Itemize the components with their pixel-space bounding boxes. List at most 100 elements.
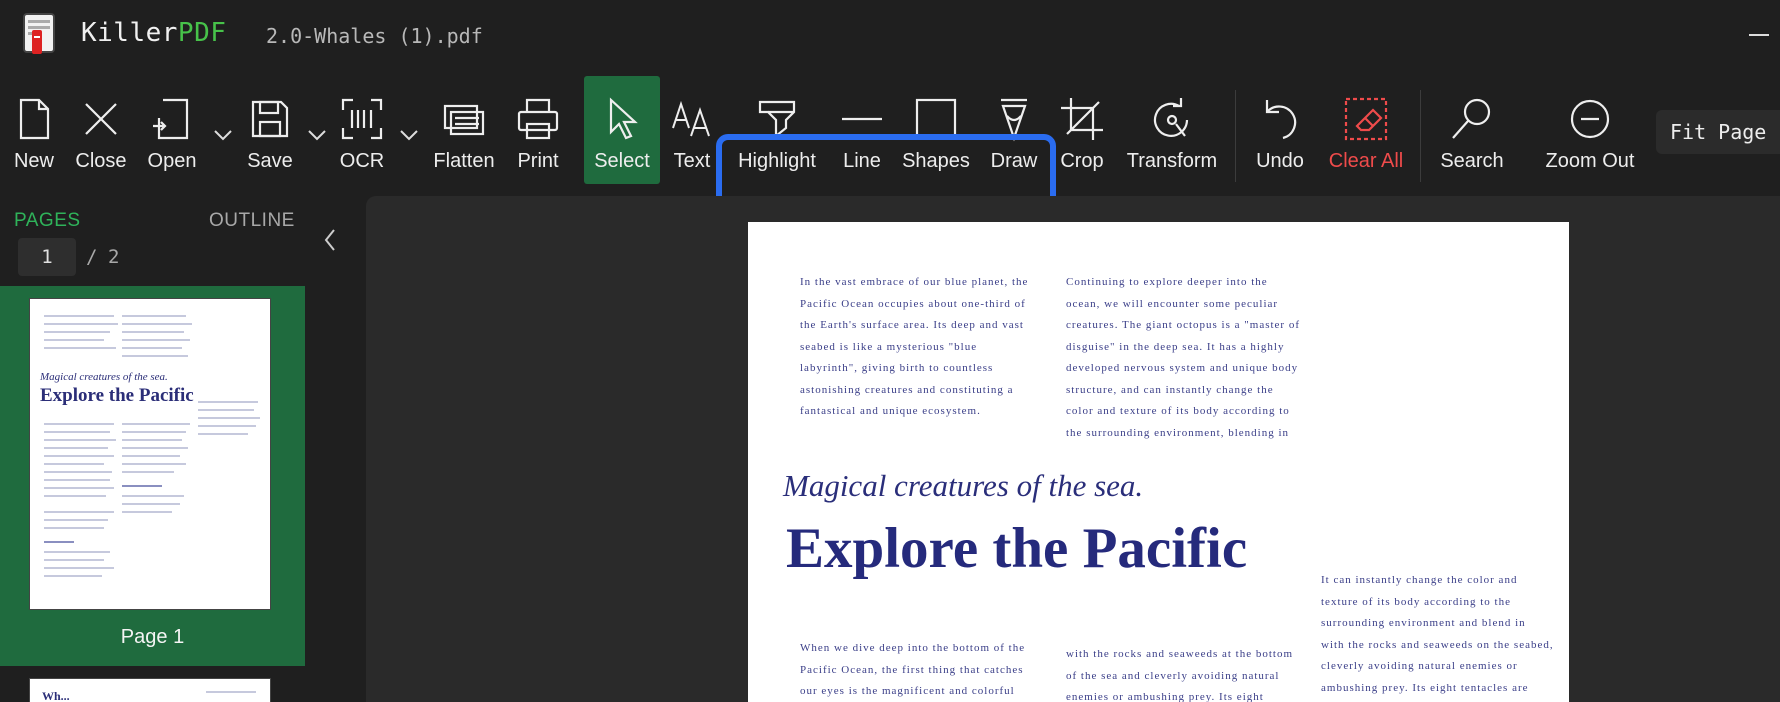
pdf-text-line: In the vast embrace of our blue planet, … (800, 276, 1029, 288)
close-label: Close (75, 150, 127, 172)
highlight-tool-button[interactable]: Highlight (734, 76, 820, 184)
new-file-icon (19, 98, 50, 140)
clear-all-label: Clear All (1328, 150, 1404, 172)
app-name-part1: Killer (81, 18, 178, 48)
text-label: Text (673, 150, 711, 172)
transform-tool-button[interactable]: Transform (1124, 76, 1220, 184)
search-icon (1452, 98, 1491, 139)
tab-outline[interactable]: OUTLINE (209, 210, 295, 232)
close-icon (85, 103, 117, 135)
print-label: Print (517, 150, 559, 172)
draw-tool-button[interactable]: Draw (988, 76, 1040, 184)
line-tool-button[interactable]: Line (838, 76, 886, 184)
thumbnail-page-preview: Magical creatures of the sea. Explore th… (29, 298, 271, 610)
open-label: Open (147, 150, 197, 172)
thumbnail-heading: Wh... (42, 689, 70, 702)
tab-pages[interactable]: PAGES (14, 210, 81, 232)
page-number-input[interactable] (18, 238, 76, 276)
new-button[interactable]: New (6, 76, 62, 184)
thumbnail-subtitle: Magical creatures of the sea. (40, 371, 168, 383)
ocr-label: OCR (339, 150, 385, 172)
pdf-text-line: ocean, we will encounter some peculiar (1066, 297, 1279, 310)
text-tool-button[interactable]: Text (670, 76, 714, 184)
pdf-column-2-bottom: with the rocks and seaweeds at the botto… (1066, 644, 1306, 702)
highlighter-icon (758, 100, 796, 139)
fit-page-button[interactable]: Fit Page (1656, 110, 1780, 154)
zoom-out-label: Zoom Out (1545, 150, 1635, 172)
printer-icon (517, 98, 559, 140)
print-button[interactable]: Print (510, 76, 566, 184)
page-separator: / (86, 246, 98, 268)
search-button[interactable]: Search (1440, 76, 1504, 184)
pdf-text-line: ambushing prey. Its eight tentacles are (1321, 681, 1529, 694)
page-total: 2 (108, 246, 120, 268)
pdf-text-line: of the sea and cleverly avoiding natural (1066, 669, 1280, 682)
thumbnail-page-preview: Wh... (29, 678, 271, 702)
pdf-column-1-bottom: When we dive deep into the bottom of the… (800, 638, 1040, 702)
toolbar-divider (1420, 90, 1421, 182)
pdf-text-line: the Earth's surface area. Its deep and v… (800, 319, 1024, 331)
pdf-text-line: seabed is like a mysterious "blue (800, 340, 978, 353)
collapse-sidebar-chevron-icon[interactable] (320, 226, 340, 254)
undo-button[interactable]: Undo (1252, 76, 1308, 184)
new-label: New (13, 150, 54, 172)
undo-label: Undo (1256, 150, 1304, 172)
flatten-button[interactable]: Flatten (430, 76, 498, 184)
pdf-text-line: enemies or ambushing prey. Its eight (1066, 691, 1264, 702)
page-thumbnail-2[interactable]: Wh... (0, 678, 305, 702)
crop-label: Crop (1060, 150, 1104, 172)
shapes-label: Shapes (902, 150, 970, 172)
pdf-text-line: color and texture of its body according … (1066, 405, 1290, 417)
line-label: Line (843, 150, 881, 172)
square-shape-icon (915, 98, 957, 140)
pdf-text-line: structure, and can instantly change the (1066, 383, 1274, 396)
save-button[interactable]: Save (240, 76, 300, 184)
thumbnail-heading: Explore the Pacific (40, 385, 194, 406)
pdf-text-line: disguise" in the deep sea. It has a high… (1066, 340, 1285, 353)
ocr-button[interactable]: OCR (336, 76, 388, 184)
pdf-heading: Explore the Pacific (786, 517, 1248, 580)
page-thumbnail-1[interactable]: Magical creatures of the sea. Explore th… (0, 286, 305, 666)
pdf-subtitle: Magical creatures of the sea. (783, 468, 1144, 503)
eraser-icon (1344, 97, 1388, 141)
document-title: 2.0-Whales (1).pdf (266, 24, 483, 48)
pdf-text-line: It can instantly change the color and (1321, 574, 1518, 586)
open-button[interactable]: Open (142, 76, 202, 184)
open-dropdown-chevron-icon[interactable] (212, 128, 234, 142)
ocr-scan-icon (341, 98, 383, 140)
pdf-page[interactable]: In the vast embrace of our blue planet, … (748, 222, 1569, 702)
title-bar: KillerPDF 2.0-Whales (1).pdf (0, 0, 1780, 72)
pdf-text-line: When we dive deep into the bottom of the (800, 642, 1026, 654)
pdf-text-line: developed nervous system and unique body (1066, 362, 1299, 374)
search-label: Search (1440, 150, 1504, 172)
rotate-transform-icon (1153, 98, 1189, 137)
select-tool-button[interactable]: Select (584, 76, 660, 184)
pdf-text-line: Pacific Ocean, the first thing that catc… (800, 663, 1024, 676)
pdf-text-line: texture of its body according to the (1321, 595, 1511, 608)
flatten-label: Flatten (433, 150, 495, 172)
save-dropdown-chevron-icon[interactable] (306, 128, 328, 142)
highlight-label: Highlight (738, 150, 816, 172)
close-button[interactable]: Close (72, 76, 130, 184)
ocr-dropdown-chevron-icon[interactable] (398, 128, 420, 142)
toolbar: New Close Open Save OCR Flatten Print Se… (0, 72, 1780, 268)
pdf-text-line: astonishing creatures and constituting a (800, 383, 1014, 396)
sidebar: PAGES OUTLINE / 2 Magical creatures of t… (0, 194, 335, 702)
undo-arrow-icon (1265, 100, 1297, 140)
pdf-column-2-top: Continuing to explore deeper into the oc… (1066, 272, 1306, 444)
pdf-text-line: with the rocks and seaweeds at the botto… (1066, 648, 1294, 660)
select-label: Select (594, 150, 650, 172)
crop-tool-button[interactable]: Crop (1058, 76, 1106, 184)
pdf-text-line: labyrinth", giving birth to countless (800, 362, 994, 374)
zoom-out-button[interactable]: Zoom Out (1540, 76, 1640, 184)
pdf-text-line: with the rocks and seaweeds on the seabe… (1321, 638, 1554, 651)
shapes-tool-button[interactable]: Shapes (902, 76, 970, 184)
minimize-button[interactable] (1749, 34, 1769, 36)
text-aa-icon (672, 100, 710, 137)
pdf-column-1-top: In the vast embrace of our blue planet, … (800, 272, 1030, 423)
pdf-column-3-right: It can instantly change the color and te… (1321, 570, 1561, 699)
thumbnail-label: Page 1 (120, 626, 185, 648)
clear-all-button[interactable]: Clear All (1326, 76, 1406, 184)
cursor-arrow-icon (609, 97, 638, 140)
pdf-text-line: creatures. The giant octopus is a "maste… (1066, 319, 1301, 331)
